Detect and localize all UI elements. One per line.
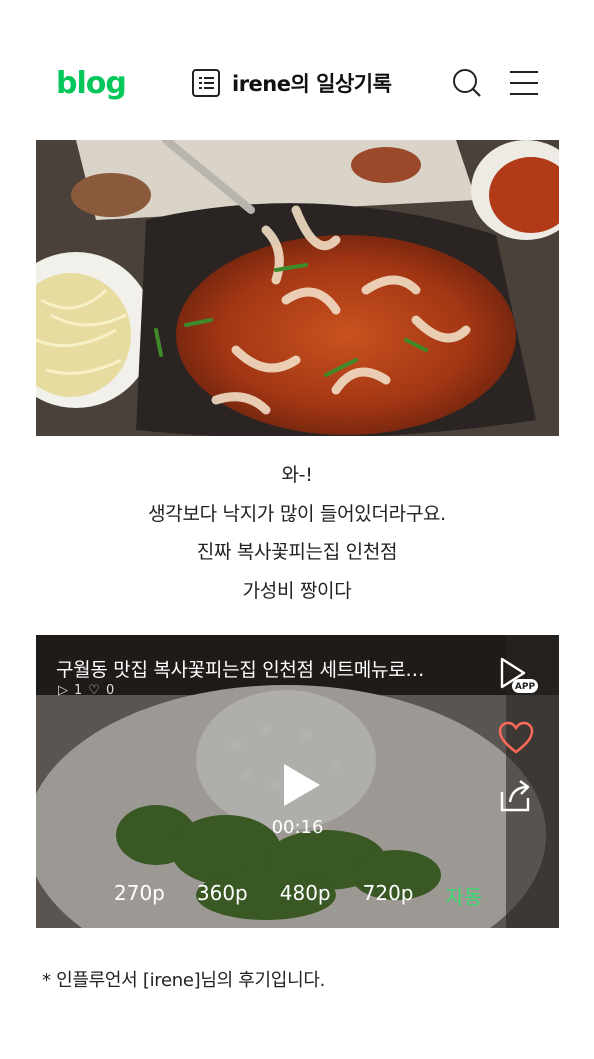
post-photo[interactable] [36, 140, 559, 436]
play-icon[interactable] [280, 761, 324, 809]
post-list-icon [192, 69, 220, 97]
video-player[interactable]: 구월동 맛집 복사꽃피는집 인천점 세트메뉴로… ▷ 1 ♡ 0 APP 00:… [36, 635, 559, 928]
like-heart-icon[interactable] [498, 721, 534, 755]
menu-icon[interactable] [510, 70, 538, 96]
quality-option-360p[interactable]: 360p [197, 881, 248, 910]
like-count-icon: ♡ [88, 683, 100, 698]
caption-line: 생각보다 낙지가 많이 들어있더라구요. [148, 502, 446, 525]
caption-line: 진짜 복사꽃피는집 인천점 [196, 541, 398, 563]
post-caption: 와-! 생각보다 낙지가 많이 들어있더라구요. 진짜 복사꽃피는집 인천점 가… [0, 456, 594, 610]
share-icon[interactable] [498, 778, 534, 812]
play-count: 1 [74, 683, 83, 698]
quality-option-270p[interactable]: 270p [114, 881, 165, 910]
play-count-icon: ▷ [58, 683, 68, 698]
video-title: 구월동 맛집 복사꽃피는집 인천점 세트메뉴로… [56, 659, 425, 681]
quality-selector: 270p 360p 480p 720p 자동 [114, 881, 482, 910]
quality-option-480p[interactable]: 480p [280, 881, 331, 910]
caption-line: 와-! [281, 464, 313, 486]
video-duration: 00:16 [271, 817, 324, 838]
quality-option-720p[interactable]: 720p [363, 881, 414, 910]
blog-logo[interactable]: blog [56, 66, 127, 101]
food-photo-image [36, 140, 559, 436]
caption-line: 가성비 짱이다 [242, 579, 352, 602]
app-badge-label: APP [515, 682, 536, 692]
blog-title-link[interactable]: irene의 일상기록 [192, 68, 392, 98]
video-stats: ▷ 1 ♡ 0 [58, 683, 120, 698]
influencer-review-note: * 인플루언서 [irene]님의 후기입니다. [42, 970, 326, 991]
blog-header: blog irene의 일상기록 [0, 52, 594, 116]
search-icon[interactable] [452, 68, 482, 98]
quality-option-auto[interactable]: 자동 [446, 881, 483, 910]
like-count: 0 [105, 683, 115, 698]
open-in-app-icon[interactable]: APP [498, 655, 538, 695]
blog-title: irene의 일상기록 [232, 72, 392, 96]
